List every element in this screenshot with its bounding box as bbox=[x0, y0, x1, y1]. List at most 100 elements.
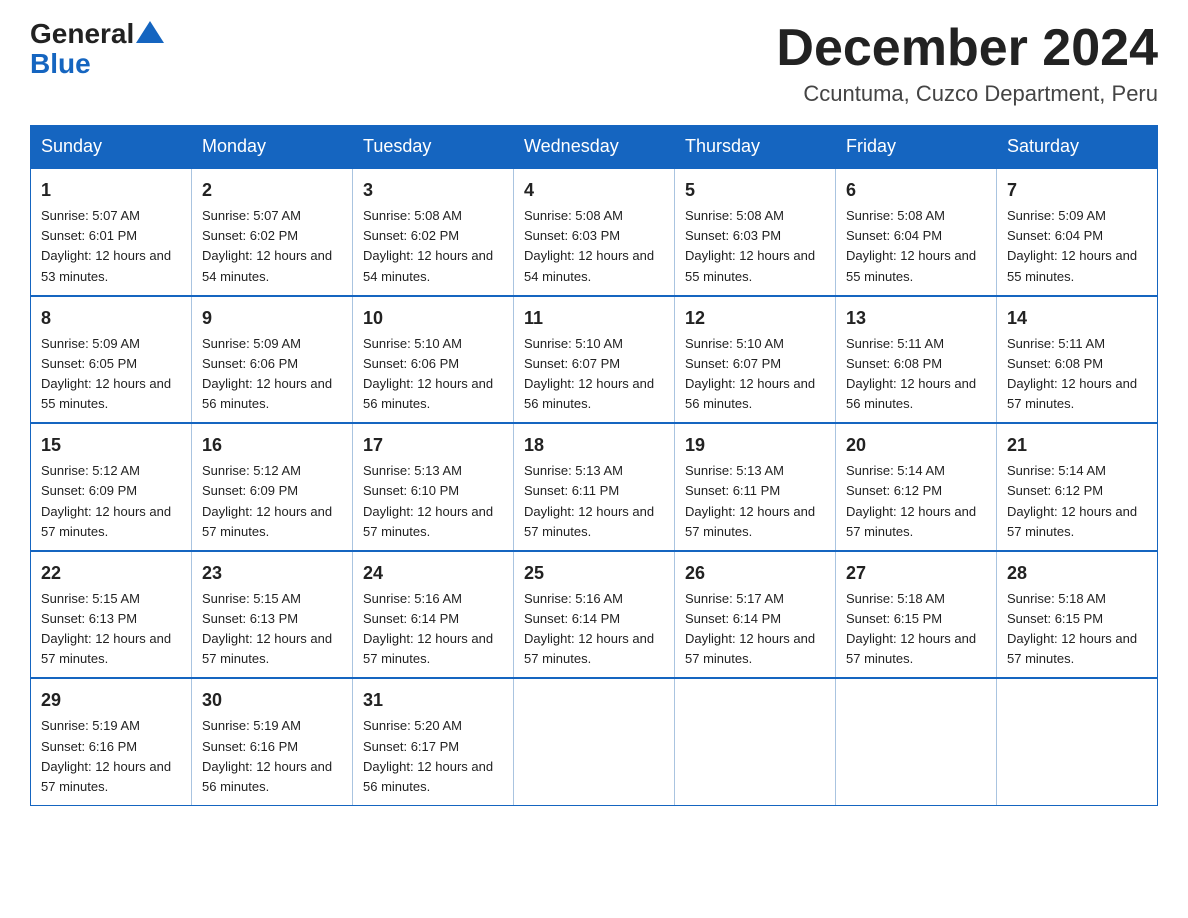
calendar-cell bbox=[675, 678, 836, 805]
day-info: Sunrise: 5:09 AMSunset: 6:06 PMDaylight:… bbox=[202, 336, 332, 411]
day-number: 25 bbox=[524, 560, 664, 587]
calendar-cell: 25 Sunrise: 5:16 AMSunset: 6:14 PMDaylig… bbox=[514, 551, 675, 679]
day-info: Sunrise: 5:13 AMSunset: 6:11 PMDaylight:… bbox=[524, 463, 654, 538]
day-number: 29 bbox=[41, 687, 181, 714]
calendar-cell bbox=[836, 678, 997, 805]
day-number: 11 bbox=[524, 305, 664, 332]
day-number: 31 bbox=[363, 687, 503, 714]
calendar-cell: 6 Sunrise: 5:08 AMSunset: 6:04 PMDayligh… bbox=[836, 168, 997, 296]
day-number: 19 bbox=[685, 432, 825, 459]
calendar-cell bbox=[514, 678, 675, 805]
day-number: 20 bbox=[846, 432, 986, 459]
day-number: 16 bbox=[202, 432, 342, 459]
calendar-cell: 31 Sunrise: 5:20 AMSunset: 6:17 PMDaylig… bbox=[353, 678, 514, 805]
day-number: 22 bbox=[41, 560, 181, 587]
day-number: 12 bbox=[685, 305, 825, 332]
day-info: Sunrise: 5:07 AMSunset: 6:02 PMDaylight:… bbox=[202, 208, 332, 283]
day-info: Sunrise: 5:14 AMSunset: 6:12 PMDaylight:… bbox=[1007, 463, 1137, 538]
calendar-cell: 24 Sunrise: 5:16 AMSunset: 6:14 PMDaylig… bbox=[353, 551, 514, 679]
day-number: 28 bbox=[1007, 560, 1147, 587]
weekday-header-row: SundayMondayTuesdayWednesdayThursdayFrid… bbox=[31, 126, 1158, 169]
calendar-cell: 17 Sunrise: 5:13 AMSunset: 6:10 PMDaylig… bbox=[353, 423, 514, 551]
day-info: Sunrise: 5:09 AMSunset: 6:04 PMDaylight:… bbox=[1007, 208, 1137, 283]
day-number: 21 bbox=[1007, 432, 1147, 459]
calendar-week-2: 8 Sunrise: 5:09 AMSunset: 6:05 PMDayligh… bbox=[31, 296, 1158, 424]
weekday-header-tuesday: Tuesday bbox=[353, 126, 514, 169]
calendar-cell: 1 Sunrise: 5:07 AMSunset: 6:01 PMDayligh… bbox=[31, 168, 192, 296]
day-info: Sunrise: 5:16 AMSunset: 6:14 PMDaylight:… bbox=[524, 591, 654, 666]
day-number: 2 bbox=[202, 177, 342, 204]
location-title: Ccuntuma, Cuzco Department, Peru bbox=[776, 81, 1158, 107]
day-info: Sunrise: 5:08 AMSunset: 6:03 PMDaylight:… bbox=[685, 208, 815, 283]
day-number: 9 bbox=[202, 305, 342, 332]
day-info: Sunrise: 5:13 AMSunset: 6:11 PMDaylight:… bbox=[685, 463, 815, 538]
day-info: Sunrise: 5:09 AMSunset: 6:05 PMDaylight:… bbox=[41, 336, 171, 411]
day-number: 8 bbox=[41, 305, 181, 332]
day-info: Sunrise: 5:18 AMSunset: 6:15 PMDaylight:… bbox=[846, 591, 976, 666]
calendar-cell: 10 Sunrise: 5:10 AMSunset: 6:06 PMDaylig… bbox=[353, 296, 514, 424]
day-info: Sunrise: 5:17 AMSunset: 6:14 PMDaylight:… bbox=[685, 591, 815, 666]
day-number: 6 bbox=[846, 177, 986, 204]
day-number: 7 bbox=[1007, 177, 1147, 204]
day-info: Sunrise: 5:11 AMSunset: 6:08 PMDaylight:… bbox=[846, 336, 976, 411]
title-area: December 2024 Ccuntuma, Cuzco Department… bbox=[776, 20, 1158, 107]
logo: General Blue bbox=[30, 20, 166, 80]
calendar-cell: 26 Sunrise: 5:17 AMSunset: 6:14 PMDaylig… bbox=[675, 551, 836, 679]
day-number: 4 bbox=[524, 177, 664, 204]
calendar-cell: 5 Sunrise: 5:08 AMSunset: 6:03 PMDayligh… bbox=[675, 168, 836, 296]
calendar-cell: 12 Sunrise: 5:10 AMSunset: 6:07 PMDaylig… bbox=[675, 296, 836, 424]
day-info: Sunrise: 5:08 AMSunset: 6:04 PMDaylight:… bbox=[846, 208, 976, 283]
day-number: 23 bbox=[202, 560, 342, 587]
day-info: Sunrise: 5:19 AMSunset: 6:16 PMDaylight:… bbox=[202, 718, 332, 793]
calendar-cell: 20 Sunrise: 5:14 AMSunset: 6:12 PMDaylig… bbox=[836, 423, 997, 551]
logo-general-text: General bbox=[30, 20, 134, 48]
calendar-week-1: 1 Sunrise: 5:07 AMSunset: 6:01 PMDayligh… bbox=[31, 168, 1158, 296]
day-number: 5 bbox=[685, 177, 825, 204]
day-number: 1 bbox=[41, 177, 181, 204]
calendar-cell: 8 Sunrise: 5:09 AMSunset: 6:05 PMDayligh… bbox=[31, 296, 192, 424]
day-number: 27 bbox=[846, 560, 986, 587]
calendar-cell: 4 Sunrise: 5:08 AMSunset: 6:03 PMDayligh… bbox=[514, 168, 675, 296]
calendar-cell: 22 Sunrise: 5:15 AMSunset: 6:13 PMDaylig… bbox=[31, 551, 192, 679]
day-info: Sunrise: 5:07 AMSunset: 6:01 PMDaylight:… bbox=[41, 208, 171, 283]
calendar-cell: 29 Sunrise: 5:19 AMSunset: 6:16 PMDaylig… bbox=[31, 678, 192, 805]
calendar-cell: 15 Sunrise: 5:12 AMSunset: 6:09 PMDaylig… bbox=[31, 423, 192, 551]
weekday-header-saturday: Saturday bbox=[997, 126, 1158, 169]
calendar-cell: 2 Sunrise: 5:07 AMSunset: 6:02 PMDayligh… bbox=[192, 168, 353, 296]
day-info: Sunrise: 5:12 AMSunset: 6:09 PMDaylight:… bbox=[202, 463, 332, 538]
calendar-cell: 16 Sunrise: 5:12 AMSunset: 6:09 PMDaylig… bbox=[192, 423, 353, 551]
day-info: Sunrise: 5:11 AMSunset: 6:08 PMDaylight:… bbox=[1007, 336, 1137, 411]
day-info: Sunrise: 5:08 AMSunset: 6:02 PMDaylight:… bbox=[363, 208, 493, 283]
calendar-cell: 23 Sunrise: 5:15 AMSunset: 6:13 PMDaylig… bbox=[192, 551, 353, 679]
calendar-body: 1 Sunrise: 5:07 AMSunset: 6:01 PMDayligh… bbox=[31, 168, 1158, 805]
day-number: 17 bbox=[363, 432, 503, 459]
day-number: 30 bbox=[202, 687, 342, 714]
calendar-week-5: 29 Sunrise: 5:19 AMSunset: 6:16 PMDaylig… bbox=[31, 678, 1158, 805]
weekday-header-thursday: Thursday bbox=[675, 126, 836, 169]
day-number: 26 bbox=[685, 560, 825, 587]
day-info: Sunrise: 5:18 AMSunset: 6:15 PMDaylight:… bbox=[1007, 591, 1137, 666]
calendar-week-4: 22 Sunrise: 5:15 AMSunset: 6:13 PMDaylig… bbox=[31, 551, 1158, 679]
logo-triangle-icon bbox=[136, 21, 164, 43]
day-info: Sunrise: 5:15 AMSunset: 6:13 PMDaylight:… bbox=[41, 591, 171, 666]
day-number: 3 bbox=[363, 177, 503, 204]
day-info: Sunrise: 5:12 AMSunset: 6:09 PMDaylight:… bbox=[41, 463, 171, 538]
calendar-cell: 3 Sunrise: 5:08 AMSunset: 6:02 PMDayligh… bbox=[353, 168, 514, 296]
day-number: 13 bbox=[846, 305, 986, 332]
calendar-cell: 18 Sunrise: 5:13 AMSunset: 6:11 PMDaylig… bbox=[514, 423, 675, 551]
month-title: December 2024 bbox=[776, 20, 1158, 77]
day-info: Sunrise: 5:19 AMSunset: 6:16 PMDaylight:… bbox=[41, 718, 171, 793]
calendar-cell: 13 Sunrise: 5:11 AMSunset: 6:08 PMDaylig… bbox=[836, 296, 997, 424]
calendar-cell bbox=[997, 678, 1158, 805]
day-number: 14 bbox=[1007, 305, 1147, 332]
day-number: 24 bbox=[363, 560, 503, 587]
day-info: Sunrise: 5:15 AMSunset: 6:13 PMDaylight:… bbox=[202, 591, 332, 666]
day-number: 18 bbox=[524, 432, 664, 459]
calendar-table: SundayMondayTuesdayWednesdayThursdayFrid… bbox=[30, 125, 1158, 806]
day-info: Sunrise: 5:10 AMSunset: 6:07 PMDaylight:… bbox=[524, 336, 654, 411]
day-info: Sunrise: 5:16 AMSunset: 6:14 PMDaylight:… bbox=[363, 591, 493, 666]
calendar-cell: 14 Sunrise: 5:11 AMSunset: 6:08 PMDaylig… bbox=[997, 296, 1158, 424]
calendar-header: SundayMondayTuesdayWednesdayThursdayFrid… bbox=[31, 126, 1158, 169]
calendar-cell: 27 Sunrise: 5:18 AMSunset: 6:15 PMDaylig… bbox=[836, 551, 997, 679]
weekday-header-wednesday: Wednesday bbox=[514, 126, 675, 169]
